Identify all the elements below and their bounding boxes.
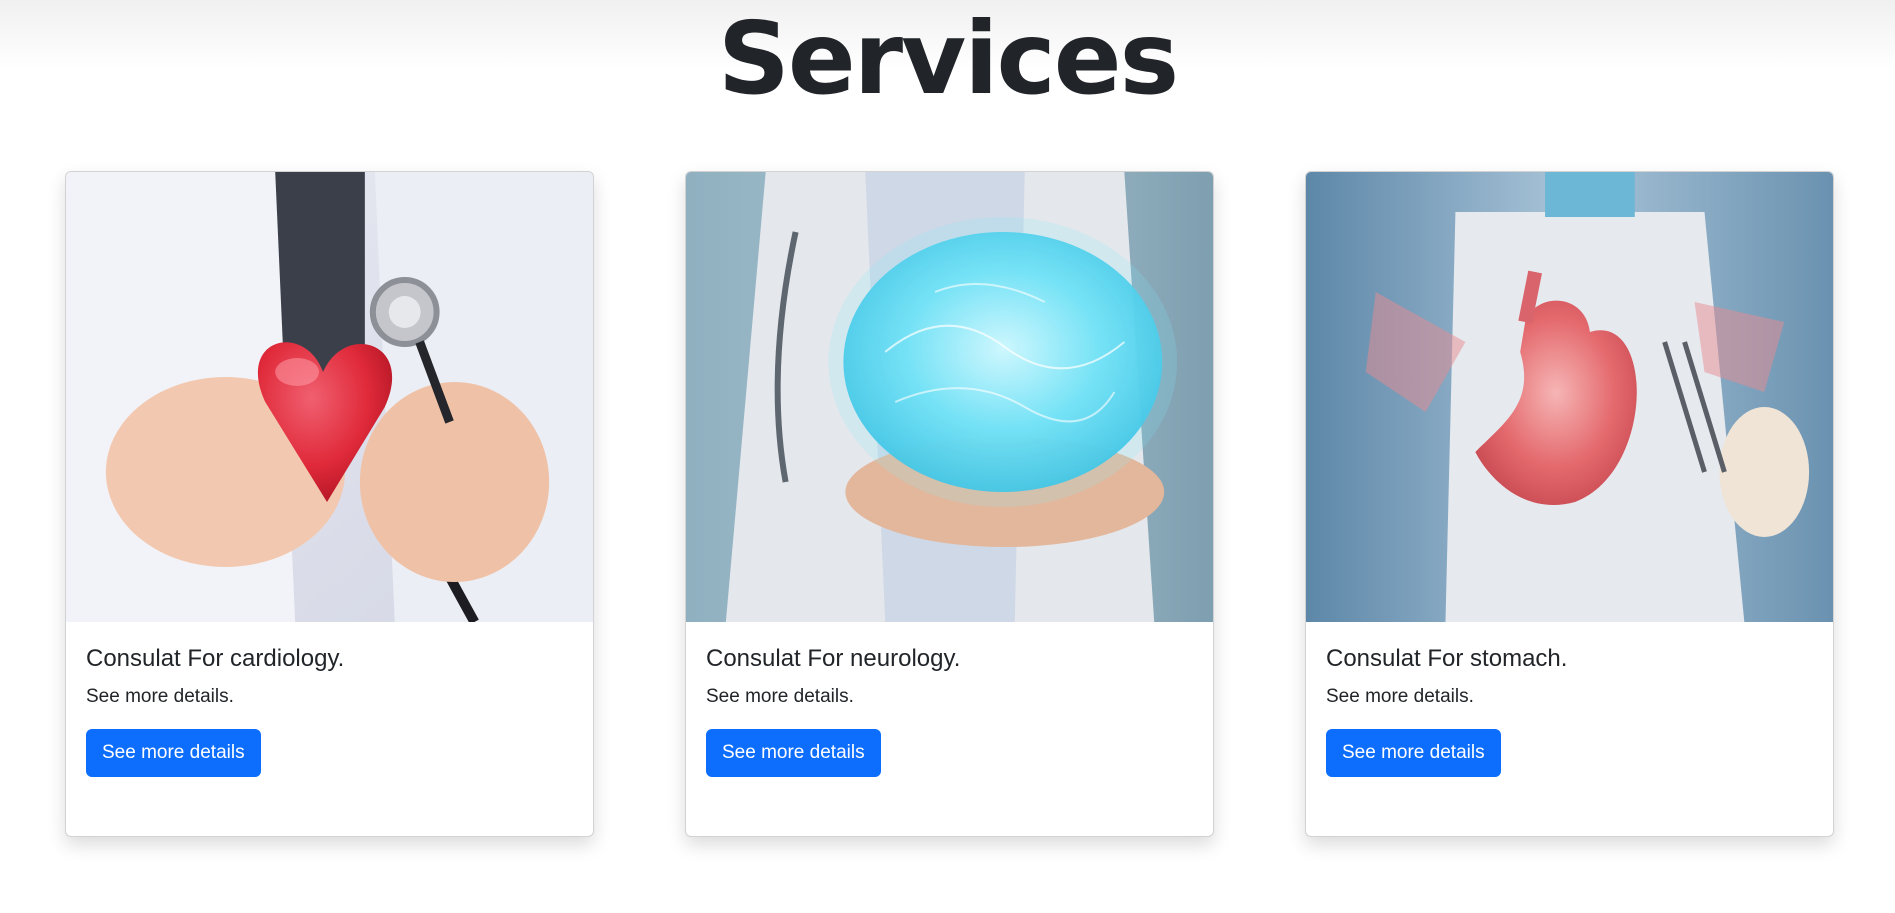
see-more-details-button-stomach[interactable]: See more details [1326,729,1501,777]
service-card-neurology: Consulat For neurology. See more details… [685,171,1214,837]
glowing-brain-image [686,172,1213,622]
stomach-hologram-image [1306,172,1833,622]
card-title: Consulat For neurology. [706,645,961,672]
services-card-list: Consulat For cardiology. See more detail… [65,171,1835,837]
see-more-details-button-neurology[interactable]: See more details [706,729,881,777]
page-title: Services [717,0,1179,117]
heart-stethoscope-image [66,172,593,622]
card-text: See more details. [706,686,854,707]
service-card-cardiology: Consulat For cardiology. See more detail… [65,171,594,837]
card-title: Consulat For stomach. [1326,645,1568,672]
card-body: Consulat For neurology. See more details… [686,622,1213,797]
card-title: Consulat For cardiology. [86,645,345,672]
card-text: See more details. [86,686,234,707]
see-more-details-button-cardiology[interactable]: See more details [86,729,261,777]
service-card-stomach: Consulat For stomach. See more details. … [1305,171,1834,837]
card-text: See more details. [1326,686,1474,707]
card-body: Consulat For stomach. See more details. … [1306,622,1833,797]
card-body: Consulat For cardiology. See more detail… [66,622,593,797]
